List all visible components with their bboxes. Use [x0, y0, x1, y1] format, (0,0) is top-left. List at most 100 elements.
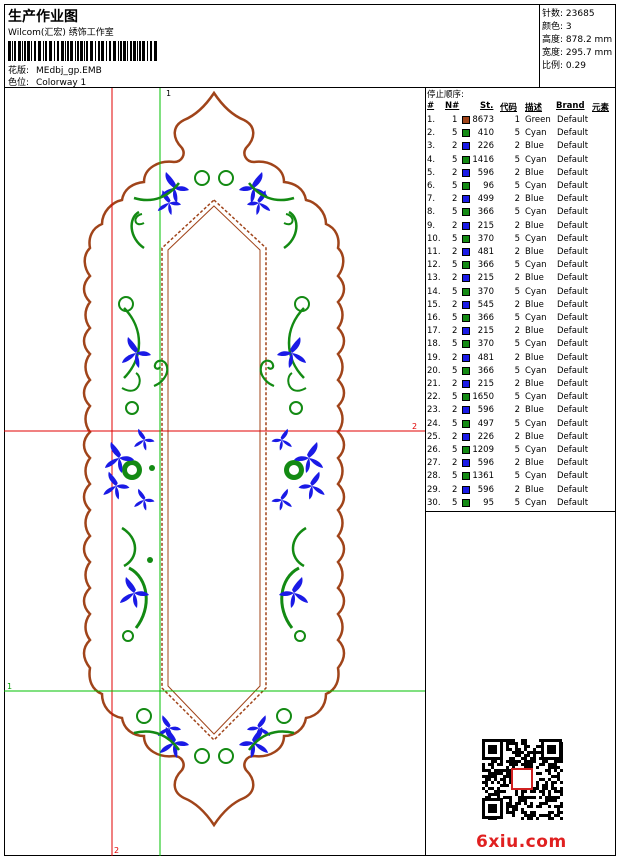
row-brand: Default — [557, 286, 589, 297]
row-brand: Default — [557, 194, 589, 205]
row-brand: Default — [557, 273, 589, 284]
embroidery-drawing: 1 2 1 2 — [4, 88, 425, 856]
row-stitches: 226 — [477, 141, 494, 152]
color-swatch — [462, 393, 470, 402]
row-stitches: 1209 — [472, 445, 494, 455]
col-header-brand: Brand — [556, 101, 585, 111]
row-stitches: 96 — [483, 181, 494, 191]
table-row: 17. 2 215 2 Blue Default — [426, 325, 616, 338]
row-index: 2. — [427, 128, 436, 139]
table-row: 22. 5 1650 5 Cyan Default — [426, 391, 616, 404]
row-code: 2 — [514, 194, 520, 205]
row-index: 3. — [427, 141, 436, 152]
row-description: Blue — [525, 194, 544, 205]
row-needle: 5 — [452, 286, 458, 297]
guide-label-h1: 1 — [7, 682, 12, 691]
row-index: 10. — [427, 233, 441, 244]
table-row: 12. 5 366 5 Cyan Default — [426, 259, 616, 272]
row-needle: 5 — [452, 445, 458, 455]
row-stitches: 370 — [477, 233, 494, 244]
stat-label: 比例: — [542, 61, 564, 71]
row-brand: Default — [557, 484, 589, 495]
row-index: 1. — [427, 115, 436, 125]
row-description: Cyan — [525, 233, 547, 244]
row-stitches: 95 — [483, 497, 494, 508]
row-brand: Default — [557, 352, 589, 363]
row-code: 2 — [514, 167, 520, 178]
table-row: 7. 2 499 2 Blue Default — [426, 193, 616, 206]
row-code: 2 — [514, 326, 520, 337]
row-brand: Default — [557, 207, 589, 218]
row-index: 15. — [427, 299, 441, 310]
table-row: 19. 2 481 2 Blue Default — [426, 352, 616, 365]
row-stitches: 215 — [477, 379, 494, 389]
table-row: 15. 2 545 2 Blue Default — [426, 299, 616, 312]
row-index: 4. — [427, 154, 436, 165]
row-code: 5 — [514, 471, 520, 482]
row-index: 22. — [427, 392, 441, 403]
row-needle: 2 — [452, 141, 458, 152]
stat-label: 针数: — [542, 9, 564, 19]
table-row: 10. 5 370 5 Cyan Default — [426, 233, 616, 246]
row-stitches: 545 — [477, 299, 494, 310]
color-swatch — [462, 155, 470, 164]
row-code: 5 — [514, 181, 520, 191]
row-code: 5 — [514, 445, 520, 455]
company-name: Wilcom(汇宏) 绣饰工作室 — [8, 28, 114, 38]
stat-value: 23685 — [565, 9, 595, 19]
table-row: 1. 1 8673 1 Green Default — [426, 114, 616, 127]
row-code: 5 — [514, 154, 520, 165]
row-stitches: 1650 — [472, 392, 494, 403]
stat-value: 878.2 mm — [565, 35, 613, 45]
header: 生产作业图 Wilcom(汇宏) 绣饰工作室 花版: MEdbj_gp.EMB 色… — [4, 4, 540, 88]
row-description: Blue — [525, 484, 544, 495]
table-row: 25. 2 226 2 Blue Default — [426, 431, 616, 444]
row-stitches: 366 — [477, 313, 494, 323]
row-needle: 2 — [452, 326, 458, 337]
row-brand: Default — [557, 154, 589, 165]
barcode — [8, 41, 157, 61]
row-needle: 2 — [452, 484, 458, 495]
row-index: 12. — [427, 260, 441, 271]
row-brand: Default — [557, 497, 589, 508]
row-description: Cyan — [525, 128, 547, 139]
row-needle: 5 — [452, 365, 458, 376]
row-stitches: 370 — [477, 286, 494, 297]
stop-sequence-title: 停止顺序: — [427, 90, 464, 100]
colorway-row: 色位: Colorway 1 — [8, 75, 86, 88]
stat-label: 颜色: — [542, 22, 564, 32]
stat-value: 295.7 mm — [565, 48, 613, 58]
row-stitches: 596 — [477, 167, 494, 178]
row-code: 2 — [514, 458, 520, 469]
stop-sequence-panel: 停止顺序: # N# St. 代码 描述 Brand 元素 1. 1 8673 1 Gr… — [426, 88, 616, 856]
row-code: 5 — [514, 339, 520, 350]
color-swatch — [462, 300, 470, 309]
row-description: Cyan — [525, 392, 547, 403]
row-code: 2 — [514, 431, 520, 442]
row-brand: Default — [557, 233, 589, 244]
row-description: Blue — [525, 167, 544, 178]
row-brand: Default — [557, 299, 589, 310]
row-index: 8. — [427, 207, 436, 218]
qr-code — [482, 739, 563, 820]
table-row: 20. 5 366 5 Cyan Default — [426, 365, 616, 378]
row-needle: 2 — [452, 194, 458, 205]
row-index: 27. — [427, 458, 441, 469]
row-index: 17. — [427, 326, 441, 337]
row-code: 2 — [514, 220, 520, 231]
color-swatch — [462, 168, 470, 177]
table-row: 21. 2 215 2 Blue Default — [426, 378, 616, 391]
row-stitches: 370 — [477, 339, 494, 350]
col-header-index: # — [427, 101, 435, 111]
row-code: 5 — [514, 497, 520, 508]
row-needle: 5 — [452, 260, 458, 271]
color-swatch — [462, 406, 470, 415]
row-brand: Default — [557, 141, 589, 152]
row-needle: 5 — [452, 497, 458, 508]
row-description: Blue — [525, 141, 544, 152]
row-needle: 2 — [452, 458, 458, 469]
row-description: Cyan — [525, 497, 547, 508]
row-stitches: 366 — [477, 365, 494, 376]
table-row: 23. 2 596 2 Blue Default — [426, 404, 616, 417]
table-row: 27. 2 596 2 Blue Default — [426, 457, 616, 470]
